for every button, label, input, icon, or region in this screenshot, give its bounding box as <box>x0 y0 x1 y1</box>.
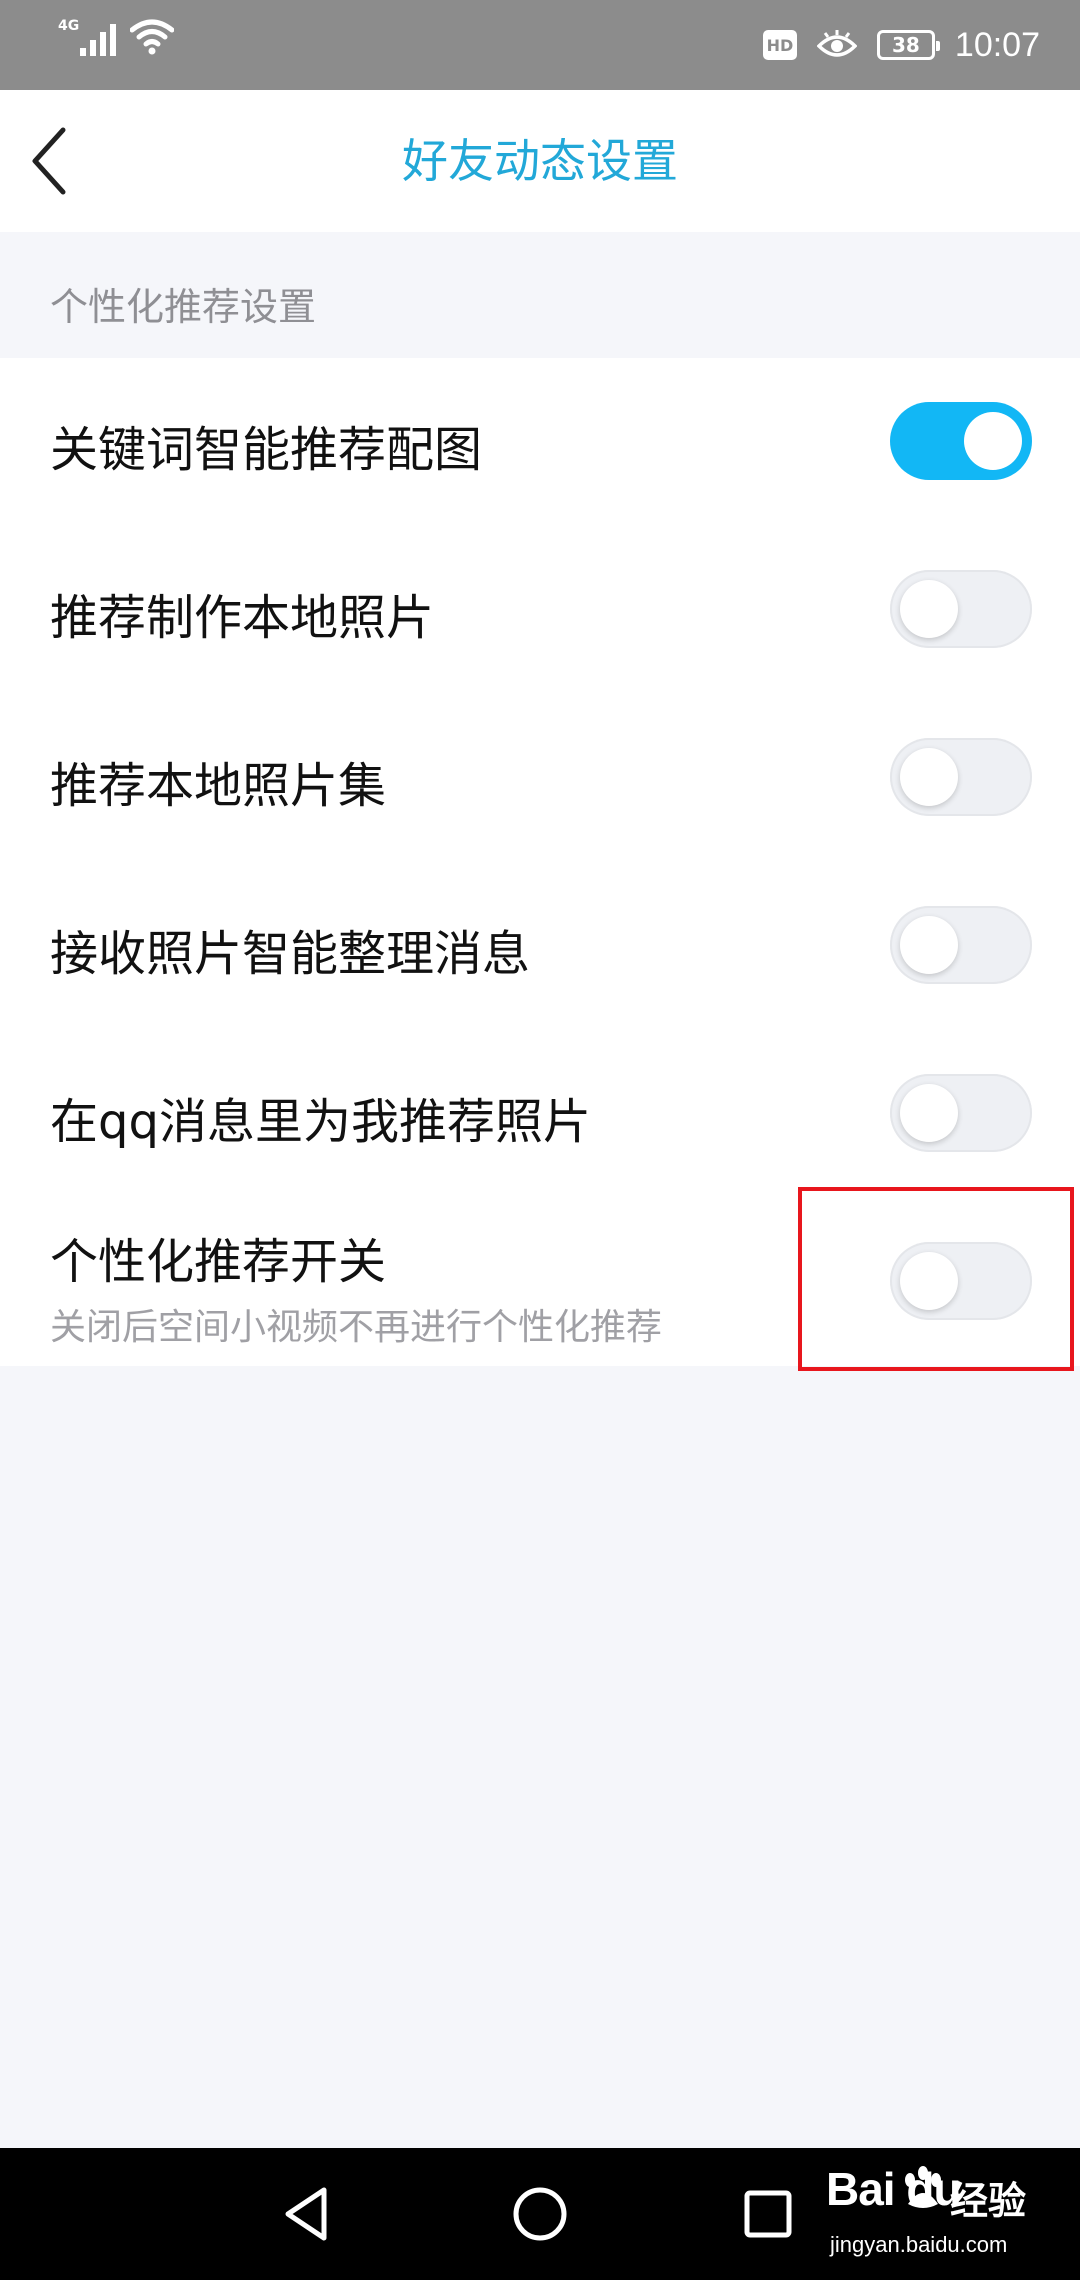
setting-label: 推荐本地照片集 <box>50 758 387 814</box>
toggle-photo-organize[interactable] <box>890 906 1032 984</box>
recents-square-icon <box>744 2190 792 2238</box>
toggle-knob <box>900 580 958 638</box>
toggle-qq-photos[interactable] <box>890 1074 1032 1152</box>
nav-bar: 好友动态设置 <box>0 90 1080 232</box>
toggle-local-photos[interactable] <box>890 570 1032 648</box>
setting-label: 推荐制作本地照片 <box>50 590 435 646</box>
battery-icon: 38 <box>876 30 940 60</box>
wifi-icon <box>130 19 174 55</box>
system-home-button[interactable] <box>504 2178 576 2250</box>
toggle-knob <box>964 412 1022 470</box>
setting-label: 关键词智能推荐配图 <box>50 422 483 478</box>
setting-row-qq-photos: 在qq消息里为我推荐照片 <box>0 1030 1080 1198</box>
toggle-knob <box>900 916 958 974</box>
eye-comfort-icon <box>816 30 857 57</box>
toggle-local-albums[interactable] <box>890 738 1032 816</box>
system-nav-bar: Bai du 经验 jingyan.baidu.com <box>0 2148 1080 2280</box>
toggle-knob <box>900 1084 958 1142</box>
system-recents-button[interactable] <box>732 2178 804 2250</box>
toggle-keyword-images[interactable] <box>890 402 1032 480</box>
baidu-paw-icon <box>905 2166 941 2208</box>
section-title: 个性化推荐设置 <box>50 285 317 329</box>
setting-subtitle: 关闭后空间小视频不再进行个性化推荐 <box>50 1307 663 1348</box>
setting-label: 个性化推荐开关 <box>50 1234 387 1290</box>
setting-row-photo-organize: 接收照片智能整理消息 <box>0 862 1080 1030</box>
network-type: 4G <box>58 18 80 34</box>
setting-row-keyword-images: 关键词智能推荐配图 <box>0 358 1080 526</box>
signal-icon <box>80 18 116 56</box>
section-header: 个性化推荐设置 <box>0 232 1080 358</box>
highlight-box <box>798 1187 1074 1371</box>
baidu-jingyan-watermark: Bai du 经验 jingyan.baidu.com <box>826 2162 1066 2270</box>
battery-level: 38 <box>891 33 920 57</box>
clock: 10:07 <box>954 25 1040 64</box>
page-title: 好友动态设置 <box>402 134 678 188</box>
status-right: HD 38 10:07 <box>762 0 1040 90</box>
setting-row-local-albums: 推荐本地照片集 <box>0 694 1080 862</box>
toggle-knob <box>900 748 958 806</box>
status-bar: 4G HD 38 10:07 <box>0 0 1080 90</box>
watermark-product: 经验 <box>950 2179 1027 2223</box>
setting-label: 接收照片智能整理消息 <box>50 926 531 982</box>
hd-icon: HD <box>762 30 797 60</box>
system-back-button[interactable] <box>272 2178 344 2250</box>
watermark-url: jingyan.baidu.com <box>830 2232 1008 2257</box>
setting-label: 在qq消息里为我推荐照片 <box>50 1094 591 1150</box>
status-left: 4G <box>58 18 174 56</box>
back-triangle-icon <box>285 2187 327 2241</box>
setting-row-local-photos: 推荐制作本地照片 <box>0 526 1080 694</box>
home-circle-icon <box>513 2187 567 2241</box>
